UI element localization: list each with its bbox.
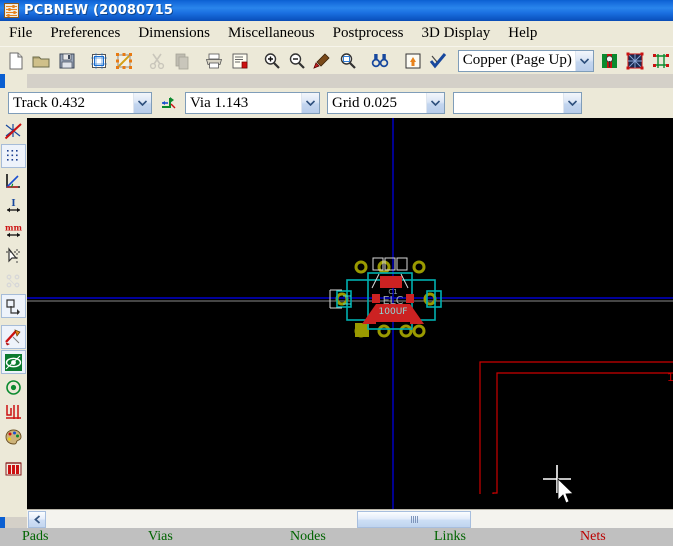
copy-icon[interactable] [170, 49, 193, 73]
grid-size-value: Grid 0.025 [332, 94, 397, 111]
display-options-icon[interactable] [599, 49, 622, 73]
window-title: PCBNEW (20080715 [24, 3, 174, 18]
status-vias: Vias [148, 529, 173, 544]
show-invisible-text-icon[interactable] [1, 350, 26, 374]
show-module-ratsnest-icon[interactable] [649, 49, 672, 73]
pcbnew-window: PCBNEW (20080715 File Preferences Dimensio… [0, 0, 673, 546]
horizontal-scrollbar[interactable] [27, 509, 673, 529]
units-inches-icon[interactable]: I [1, 194, 26, 218]
module-overlap-text: ELC [383, 294, 404, 307]
via-size-select[interactable]: Via 1.143 [185, 92, 320, 114]
show-pads-sketch-icon[interactable] [1, 269, 26, 293]
status-links: Links [434, 529, 466, 544]
cursor-shape-icon[interactable] [1, 244, 26, 268]
chevron-down-icon[interactable] [133, 93, 151, 113]
cut-icon[interactable] [145, 49, 168, 73]
zoom-select[interactable] [453, 92, 582, 114]
show-zones-icon[interactable] [1, 400, 26, 424]
chevron-down-icon[interactable] [426, 93, 444, 113]
redraw-icon[interactable] [311, 49, 334, 73]
show-general-ratsnest-icon[interactable] [624, 49, 647, 73]
track-width-value: Track 0.432 [13, 94, 85, 111]
scroll-thumb[interactable] [357, 511, 471, 528]
auto-track-width-icon[interactable] [156, 91, 181, 115]
hide-ratsnest-icon[interactable] [1, 119, 26, 143]
menu-file[interactable]: File [0, 23, 41, 44]
layer-select[interactable]: Copper (Page Up) [457, 49, 594, 72]
menu-dimensions[interactable]: Dimensions [129, 23, 219, 44]
scroll-left-icon[interactable] [28, 511, 46, 528]
show-grid-icon[interactable] [1, 144, 26, 168]
units-mm-icon[interactable]: mm [1, 219, 26, 243]
svg-text:mm: mm [5, 222, 22, 232]
print-icon[interactable] [203, 49, 226, 73]
page-settings-icon[interactable] [88, 49, 111, 73]
save-board-icon[interactable] [55, 49, 78, 73]
pcb-drawing[interactable]: 1 C1 100UF ELC [27, 118, 673, 509]
zoom-out-icon[interactable] [286, 49, 309, 73]
status-nodes: Nodes [290, 529, 326, 544]
palette-icon[interactable] [1, 425, 26, 449]
svg-text:I: I [11, 199, 15, 209]
via-size-value: Via 1.143 [190, 94, 249, 111]
new-board-icon[interactable] [5, 49, 28, 73]
menu-bar: File Preferences Dimensions Miscellaneous Po… [0, 21, 673, 47]
title-bar: PCBNEW (20080715 [0, 0, 673, 21]
menu-help[interactable]: Help [499, 23, 546, 44]
menu-3d-display[interactable]: 3D Display [412, 23, 499, 44]
open-module-editor-icon[interactable] [113, 49, 136, 73]
menu-preferences[interactable]: Preferences [41, 23, 129, 44]
page-border-label: 1 [667, 371, 673, 384]
track-width-select[interactable]: Track 0.432 [8, 92, 152, 114]
pcb-board-icon [4, 3, 19, 18]
status-pads: Pads [22, 529, 49, 544]
chevron-down-icon[interactable] [574, 50, 593, 71]
drc-icon[interactable] [426, 49, 449, 73]
menu-miscellaneous[interactable]: Miscellaneous [219, 23, 324, 44]
netlist-icon[interactable] [401, 49, 424, 73]
open-board-icon[interactable] [30, 49, 53, 73]
pad-square [355, 323, 369, 337]
grid-size-select[interactable]: Grid 0.025 [327, 92, 445, 114]
microwave-tools-icon[interactable] [1, 456, 26, 480]
module-value-text: 100UF [379, 307, 408, 317]
zoom-in-icon[interactable] [261, 49, 284, 73]
plot-icon[interactable] [228, 49, 251, 73]
scroll-thumb-grip [410, 516, 418, 523]
left-toolbar: I mm [0, 118, 27, 517]
main-toolbar: Copper (Page Up) [0, 46, 673, 74]
chevron-down-icon[interactable] [563, 93, 581, 113]
polar-coords-icon[interactable] [1, 169, 26, 193]
high-contrast-icon[interactable] [1, 325, 26, 349]
status-nets: Nets [580, 529, 606, 544]
status-bar: Pads Vias Nodes Links Nets [0, 528, 673, 546]
menu-postprocess[interactable]: Postprocess [324, 23, 413, 44]
canvas-background [27, 118, 673, 509]
layer-select-value: Copper (Page Up) [462, 52, 572, 68]
find-icon[interactable] [369, 49, 392, 73]
zoom-auto-icon[interactable] [336, 49, 359, 73]
show-vias-icon[interactable] [1, 375, 26, 399]
pcb-canvas[interactable]: 1 C1 100UF ELC [27, 118, 673, 509]
show-tracks-sketch-icon[interactable] [1, 294, 26, 318]
chevron-down-icon[interactable] [301, 93, 319, 113]
aux-toolbar: Track 0.432 Via 1.143 Grid 0.025 [0, 88, 673, 118]
